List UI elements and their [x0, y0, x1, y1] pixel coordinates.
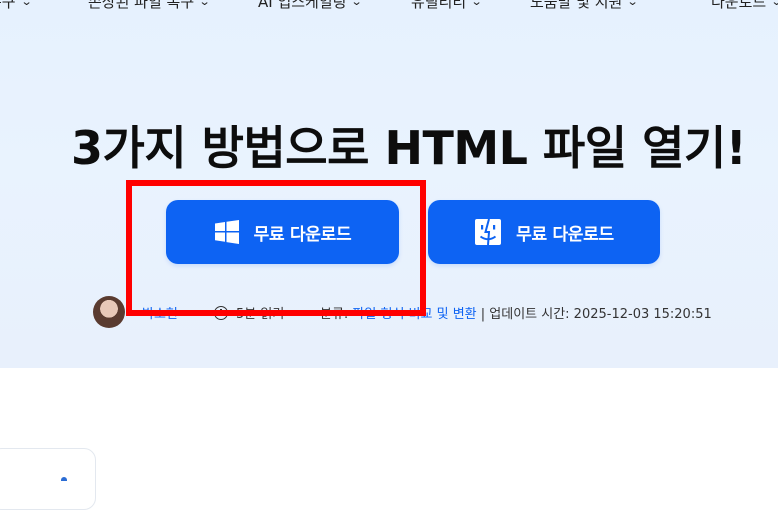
nav-item-label: 다운로드 [711, 0, 767, 11]
chevron-down-icon: ⌄ [20, 0, 33, 8]
nav-item-label: 복구 [0, 0, 16, 11]
avatar [93, 296, 125, 328]
highlight-box [126, 180, 426, 316]
top-nav: 복구⌄ 손상된 파일 복구⌄ AI 업스케일링⌄ 유틸리티⌄ 도움말 및 지원⌄… [0, 0, 778, 15]
nav-item-ai-upscaling[interactable]: AI 업스케일링 ⌄ [258, 0, 364, 12]
page-title: 3가지 방법으로 HTML 파일 열기! [71, 121, 747, 175]
nav-item-download[interactable]: 다운로드 ⌄ [711, 0, 778, 12]
card-accent-mark [61, 477, 67, 481]
updated-time: | 업데이트 시간: 2025-12-03 15:20:51 [480, 307, 712, 322]
nav-item-recovery[interactable]: 복구 ⌄ [0, 0, 33, 12]
nav-item-corrupted-file-repair[interactable]: 손상된 파일 복구 ⌄ [88, 0, 211, 12]
nav-item-label: 손상된 파일 복구 [88, 0, 195, 11]
nav-item-help-support[interactable]: 도움말 및 지원 ⌄ [530, 0, 639, 12]
nav-item-label: AI 업스케일링 [258, 0, 347, 11]
chevron-down-icon: ⌄ [351, 0, 364, 8]
nav-item-utilities[interactable]: 유틸리티 ⌄ [411, 0, 483, 12]
chevron-down-icon: ⌄ [198, 0, 211, 8]
mac-download-button[interactable]: 무료 다운로드 [428, 200, 660, 264]
chevron-down-icon: ⌄ [470, 0, 483, 8]
chevron-down-icon: ⌄ [626, 0, 639, 8]
card-preview[interactable] [0, 448, 96, 510]
finder-logo-icon [474, 218, 502, 246]
nav-item-label: 유틸리티 [411, 0, 467, 11]
mac-download-label: 무료 다운로드 [516, 224, 614, 245]
chevron-down-icon: ⌄ [771, 0, 778, 8]
nav-item-label: 도움말 및 지원 [530, 0, 623, 11]
